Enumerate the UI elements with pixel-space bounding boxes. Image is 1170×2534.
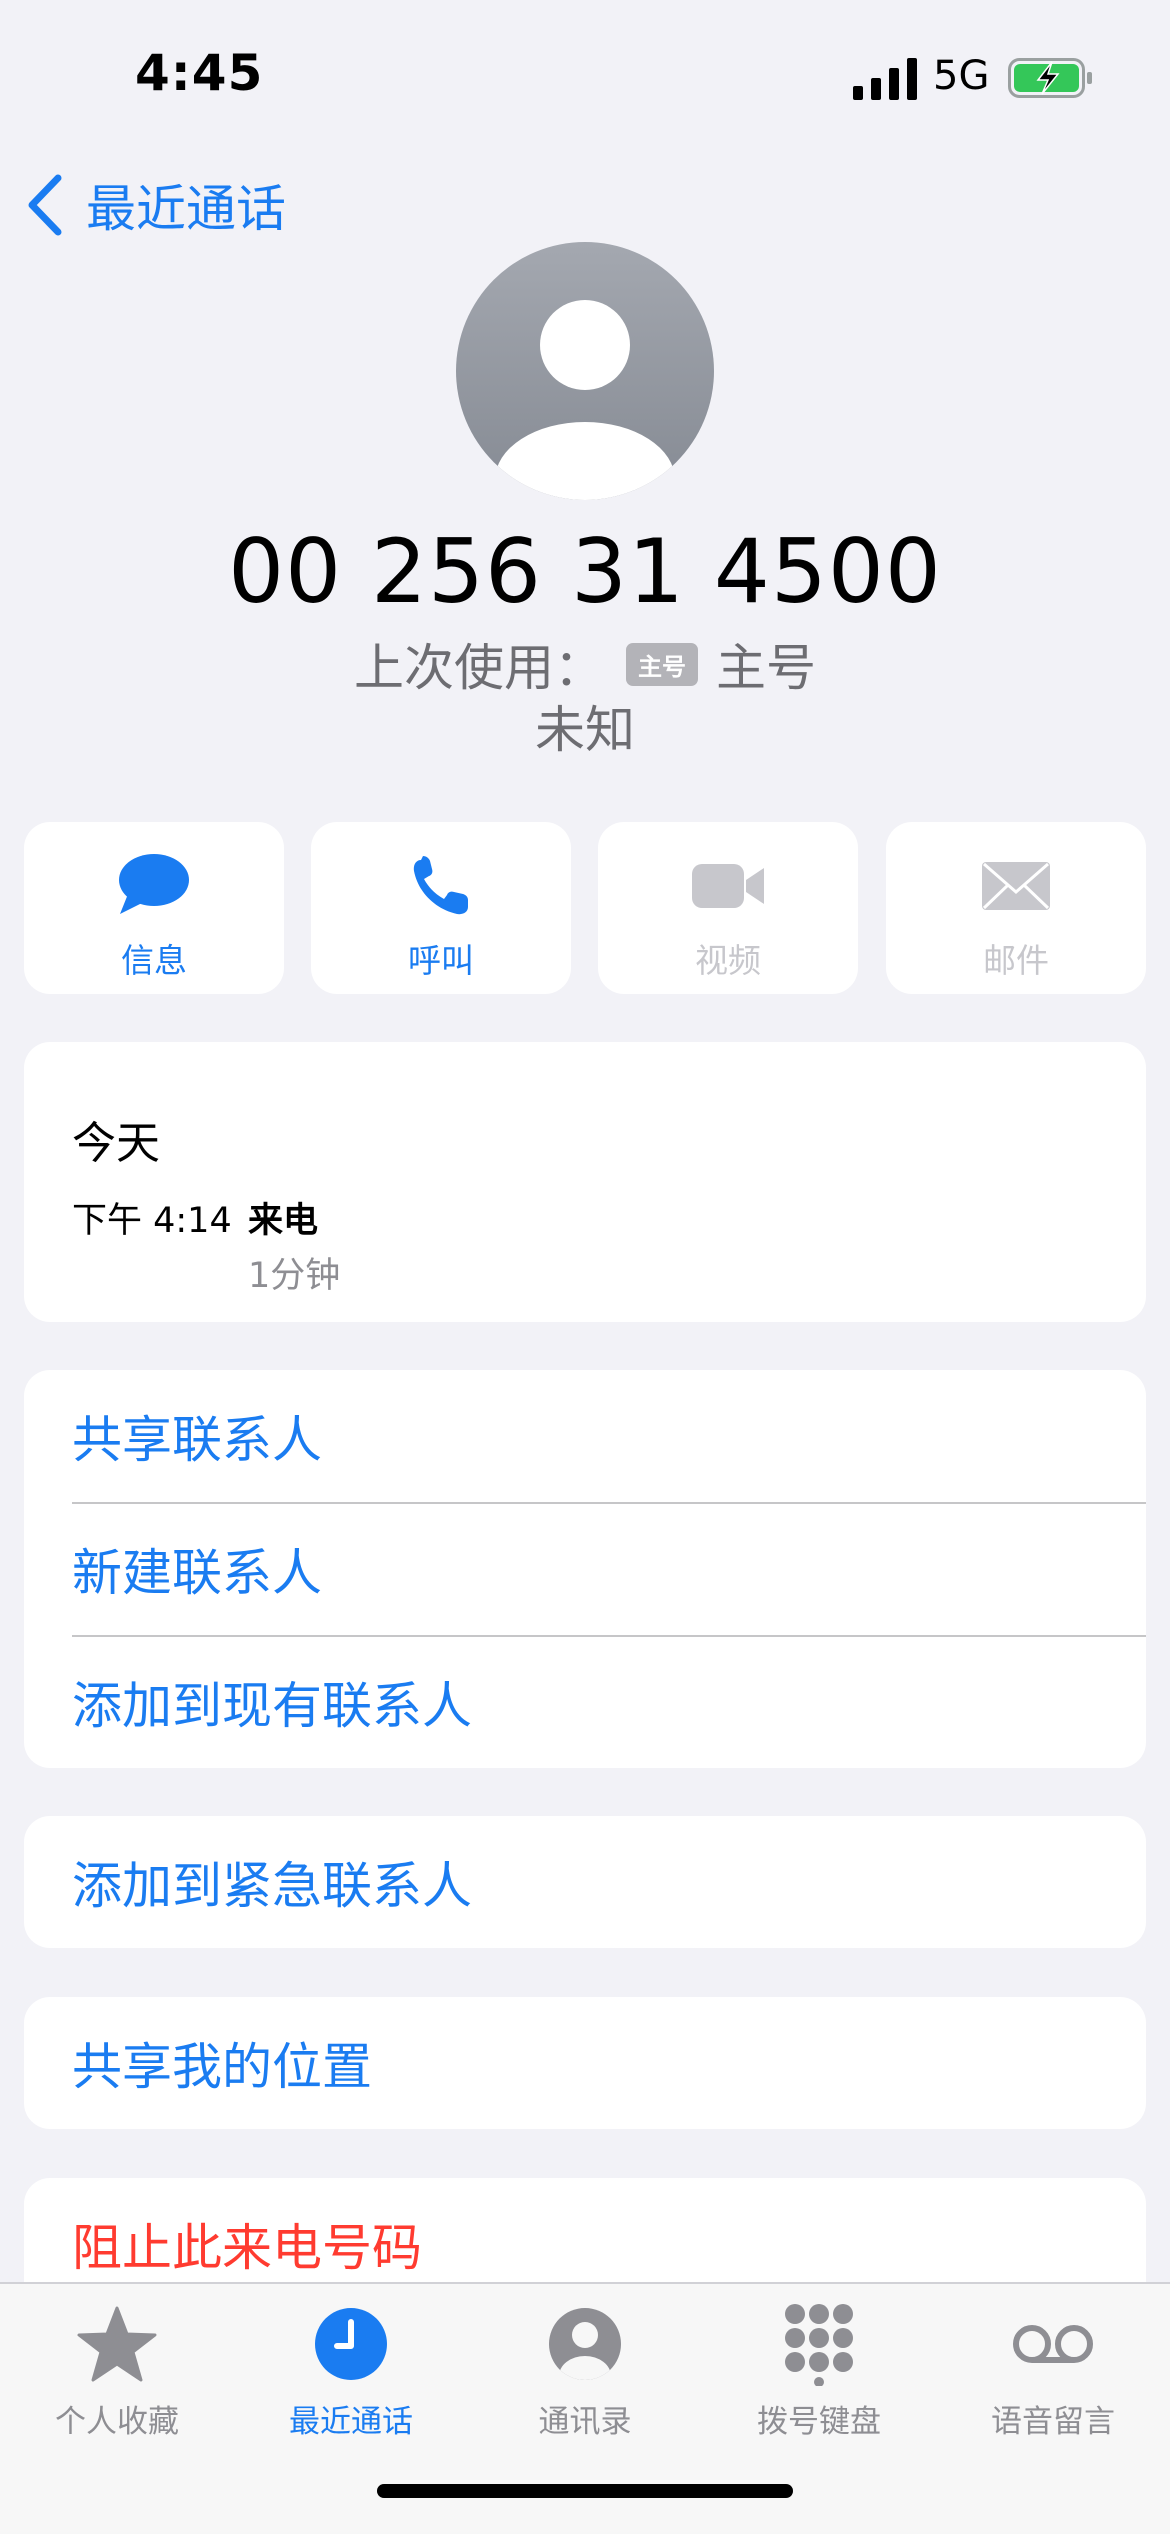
contact-location: 未知 (535, 701, 635, 759)
message-button-label: 信息 (121, 941, 187, 980)
history-time: 下午 4:14 (72, 1201, 232, 1241)
phone-number: 00 256 31 4500 (228, 520, 942, 623)
clock-icon (315, 2308, 387, 2380)
emergency-card: 添加到紧急联系人 (24, 1816, 1146, 1948)
tab-voicemail[interactable]: 语音留言 (936, 2284, 1170, 2454)
contact-avatar (456, 242, 714, 500)
chevron-left-icon (28, 174, 62, 236)
share-contact-row[interactable]: 共享联系人 (72, 1370, 1146, 1502)
home-indicator[interactable] (377, 2484, 793, 2498)
video-icon (692, 864, 764, 908)
network-type: 5G (933, 53, 990, 99)
history-date: 今天 (72, 1118, 160, 1169)
cellular-signal-icon (853, 58, 917, 100)
person-circle-icon (549, 2308, 621, 2380)
add-to-existing-contact-row[interactable]: 添加到现有联系人 (72, 1636, 1146, 1768)
tab-keypad-label: 拨号键盘 (757, 2404, 881, 2440)
status-time: 4:45 (135, 44, 264, 102)
mail-button[interactable]: 邮件 (886, 822, 1146, 994)
call-button[interactable]: 呼叫 (311, 822, 571, 994)
status-bar: 4:45 5G (0, 0, 1170, 150)
call-history-card: 今天 下午 4:14 来电 1分钟 (24, 1042, 1146, 1322)
share-location-card: 共享我的位置 (24, 1997, 1146, 2129)
tab-contacts-label: 通讯录 (538, 2404, 632, 2440)
call-button-label: 呼叫 (408, 941, 474, 980)
tab-recents[interactable]: 最近通话 (234, 2284, 468, 2454)
tab-voicemail-label: 语音留言 (991, 2404, 1115, 2440)
new-contact-row[interactable]: 新建联系人 (72, 1503, 1146, 1635)
contact-options-card: 共享联系人 新建联系人 添加到现有联系人 (24, 1370, 1146, 1768)
video-button-label: 视频 (695, 941, 761, 980)
tab-contacts[interactable]: 通讯录 (468, 2284, 702, 2454)
history-duration: 1分钟 (248, 1256, 341, 1296)
mail-icon (982, 862, 1050, 910)
action-buttons: 信息 呼叫 视频 邮件 (24, 822, 1146, 994)
phone-icon (413, 856, 468, 915)
message-button[interactable]: 信息 (24, 822, 284, 994)
sim-badge: 主号 (626, 642, 698, 686)
mail-button-label: 邮件 (983, 941, 1049, 980)
battery-charging-icon (1008, 58, 1092, 98)
back-button-label: 最近通话 (86, 180, 286, 238)
star-icon (77, 2306, 157, 2382)
video-button[interactable]: 视频 (598, 822, 858, 994)
voicemail-icon (1013, 2325, 1093, 2363)
tab-keypad[interactable]: 拨号键盘 (702, 2284, 936, 2454)
history-call-type: 来电 (248, 1201, 319, 1241)
add-emergency-contact-row[interactable]: 添加到紧急联系人 (72, 1816, 1146, 1948)
back-button[interactable]: 最近通话 (24, 170, 286, 240)
tab-favorites[interactable]: 个人收藏 (0, 2284, 234, 2454)
tab-favorites-label: 个人收藏 (55, 2404, 179, 2440)
message-icon (119, 854, 189, 914)
tab-recents-label: 最近通话 (289, 2404, 413, 2440)
share-location-row[interactable]: 共享我的位置 (72, 1997, 1146, 2129)
keypad-icon (785, 2304, 853, 2386)
